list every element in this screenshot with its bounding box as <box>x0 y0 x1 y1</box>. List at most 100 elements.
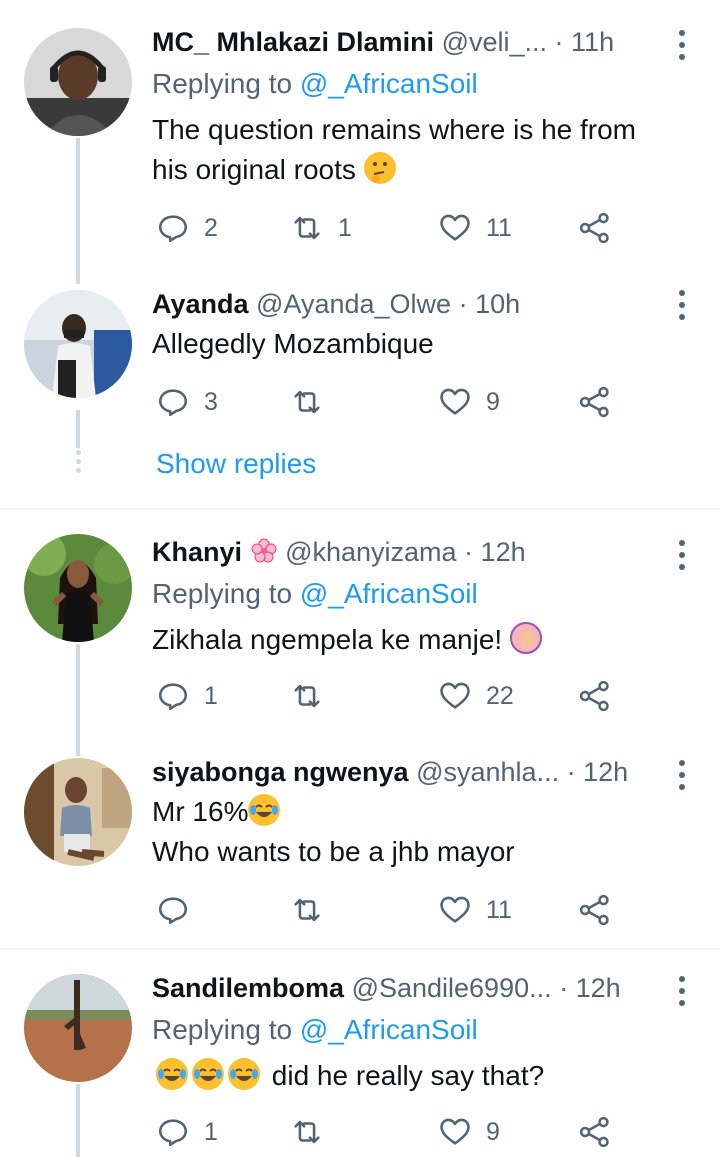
retweet-count: 1 <box>338 213 352 242</box>
user-handle[interactable]: @khanyizama <box>285 537 456 567</box>
tweet-text-line: Who wants to be a jhb mayor <box>152 836 515 867</box>
display-name[interactable]: MC_ Mhlakazi Dlamini <box>152 27 434 57</box>
tweet-text: The question remains where is he from hi… <box>152 110 680 190</box>
share-button[interactable] <box>578 676 612 716</box>
share-button[interactable] <box>578 1112 612 1152</box>
thread-line <box>76 1084 80 1157</box>
separator-dot: · <box>547 27 572 57</box>
replying-to-handle[interactable]: @_AfricanSoil <box>300 68 478 99</box>
retweet-button[interactable]: 1 <box>290 208 352 248</box>
more-options-icon[interactable] <box>678 290 686 320</box>
user-handle[interactable]: @Ayanda_Olwe <box>256 289 451 319</box>
tweet[interactable]: Ayanda @Ayanda_Olwe · 10h Allegedly Moza… <box>0 270 720 508</box>
reply-count: 2 <box>204 213 218 242</box>
tweet-text: Allegedly Mozambique <box>152 324 680 364</box>
replying-to: Replying to @_AfricanSoil <box>152 1010 478 1050</box>
reply-button[interactable]: 1 <box>156 1112 218 1152</box>
retweet-button[interactable] <box>290 1112 324 1152</box>
tweet-header: siyabonga ngwenya @syanhla... · 12h <box>152 752 670 792</box>
replying-to: Replying to @_AfricanSoil <box>152 574 478 614</box>
avatar[interactable] <box>24 534 132 642</box>
timestamp[interactable]: 11h <box>571 27 614 57</box>
reply-icon <box>158 897 188 925</box>
separator-dot: · <box>559 757 584 787</box>
timestamp[interactable]: 12h <box>481 537 526 567</box>
like-button[interactable]: 11 <box>438 890 512 930</box>
reply-button[interactable]: 1 <box>156 676 218 716</box>
like-count: 9 <box>486 1117 500 1146</box>
tweet[interactable]: Sandilemboma @Sandile6990... · 12h Reply… <box>0 950 720 1157</box>
reply-button[interactable]: 2 <box>156 208 218 248</box>
timestamp[interactable]: 12h <box>576 973 621 1003</box>
heart-icon <box>440 896 470 923</box>
like-count: 22 <box>486 681 514 710</box>
avatar[interactable] <box>24 290 132 398</box>
more-options-icon[interactable] <box>678 760 686 790</box>
user-handle[interactable]: @veli_... <box>442 27 547 57</box>
share-icon <box>579 894 609 926</box>
thinking-face-emoji-icon <box>363 152 396 184</box>
replying-to-label: Replying to <box>152 68 300 99</box>
display-name[interactable]: siyabonga ngwenya <box>152 757 409 787</box>
tweet-text-line: Mr 16% <box>152 796 249 827</box>
thread-ellipsis <box>74 450 82 473</box>
like-count: 9 <box>486 387 500 416</box>
retweet-button[interactable] <box>290 382 324 422</box>
more-options-icon[interactable] <box>678 976 686 1006</box>
replying-to-label: Replying to <box>152 1014 300 1045</box>
avatar[interactable] <box>24 974 132 1082</box>
display-name[interactable]: Khanyi <box>152 537 242 567</box>
user-handle[interactable]: @syanhla... <box>416 757 559 787</box>
tears-of-joy-emoji-icon <box>228 1058 260 1090</box>
retweet-icon <box>294 216 320 240</box>
thread-line <box>76 410 80 448</box>
user-handle[interactable]: @Sandile6990... <box>352 973 552 1003</box>
timestamp[interactable]: 10h <box>475 289 520 319</box>
share-button[interactable] <box>578 890 612 930</box>
heart-icon <box>440 388 470 415</box>
avatar[interactable] <box>24 758 132 866</box>
share-icon <box>579 680 609 712</box>
tweet[interactable]: siyabonga ngwenya @syanhla... · 12h Mr 1… <box>0 730 720 948</box>
replying-to-handle[interactable]: @_AfricanSoil <box>300 578 478 609</box>
display-name[interactable]: Ayanda <box>152 289 249 319</box>
thread-line <box>76 138 80 284</box>
heart-icon <box>440 682 470 709</box>
tweet-text-line: Zikhala ngempela ke manje! <box>152 624 503 655</box>
separator-dot: · <box>451 289 476 319</box>
separator-dot: · <box>551 973 576 1003</box>
tweet-text-line: did he really say that? <box>264 1060 545 1091</box>
reply-count: 1 <box>204 1117 218 1146</box>
tweet[interactable]: MC_ Mhlakazi Dlamini @veli_... · 11h Rep… <box>0 0 720 284</box>
like-count: 11 <box>486 895 512 924</box>
show-replies-link[interactable]: Show replies <box>156 444 316 484</box>
tears-of-joy-emoji-icon <box>248 794 281 826</box>
tweet-actions: 3 9 <box>156 382 626 422</box>
reply-icon <box>158 389 188 417</box>
share-button[interactable] <box>578 382 612 422</box>
more-options-icon[interactable] <box>678 540 686 570</box>
more-options-icon[interactable] <box>678 30 686 60</box>
display-name[interactable]: Sandilemboma <box>152 973 344 1003</box>
like-button[interactable]: 9 <box>438 1112 500 1152</box>
reply-icon <box>158 683 188 711</box>
heart-icon <box>440 214 470 241</box>
share-icon <box>579 386 609 418</box>
like-button[interactable]: 11 <box>438 208 512 248</box>
reply-count: 3 <box>204 387 218 416</box>
heart-icon <box>440 1118 470 1145</box>
like-button[interactable]: 9 <box>438 382 500 422</box>
person-gesturing-no-emoji-icon <box>509 622 542 654</box>
tweet[interactable]: Khanyi @khanyizama · 12h Replying to @_A… <box>0 510 720 756</box>
avatar[interactable] <box>24 28 132 136</box>
retweet-button[interactable] <box>290 676 324 716</box>
reply-button[interactable]: 3 <box>156 382 218 422</box>
timestamp[interactable]: 12h <box>583 757 628 787</box>
reply-button[interactable] <box>156 890 190 930</box>
replying-to-handle[interactable]: @_AfricanSoil <box>300 1014 478 1045</box>
like-button[interactable]: 22 <box>438 676 514 716</box>
share-button[interactable] <box>578 208 612 248</box>
tweet-header: Ayanda @Ayanda_Olwe · 10h <box>152 284 670 324</box>
tears-of-joy-emoji-icon <box>156 1058 188 1090</box>
retweet-button[interactable] <box>290 890 324 930</box>
